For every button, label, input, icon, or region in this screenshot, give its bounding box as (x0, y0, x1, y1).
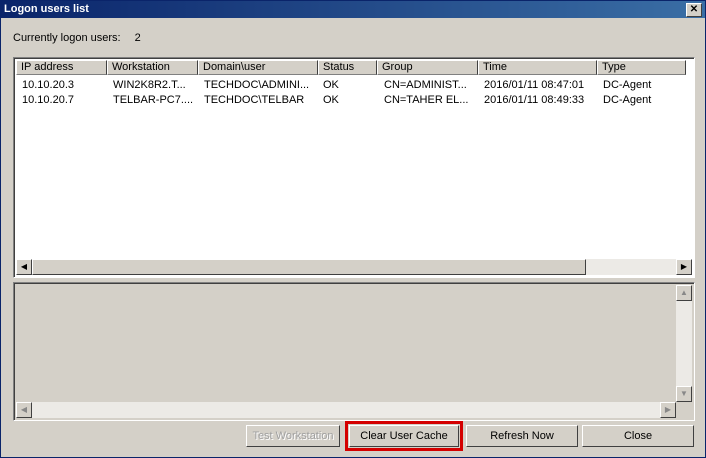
cell-workstation: TELBAR-PC7.... (113, 94, 194, 106)
cell-type: DC-Agent (603, 79, 652, 91)
cell-domain-user: TECHDOC\TELBAR (204, 94, 305, 106)
cell-status: OK (323, 79, 339, 91)
scroll-thumb[interactable] (32, 259, 586, 275)
window-title: Logon users list (4, 3, 89, 15)
scroll-right-icon[interactable]: ▶ (676, 259, 692, 275)
cell-domain-user: TECHDOC\ADMINI... (204, 79, 310, 91)
column-header-time[interactable]: Time (478, 60, 597, 75)
users-list-view[interactable]: IP address Workstation Domain\user Statu… (13, 57, 695, 278)
logon-count: Currently logon users: 2 (13, 32, 141, 44)
logon-users-dialog: Logon users list ✕ Currently logon users… (0, 0, 706, 458)
column-header-group[interactable]: Group (377, 60, 478, 75)
column-header-workstation[interactable]: Workstation (107, 60, 198, 75)
scroll-down-icon[interactable]: ▼ (676, 386, 692, 402)
column-header-ip-address[interactable]: IP address (16, 60, 107, 75)
cell-group: CN=ADMINIST... (384, 79, 467, 91)
cell-time: 2016/01/11 08:49:33 (484, 94, 585, 106)
table-row[interactable]: 10.10.20.3 WIN2K8R2.T... TECHDOC\ADMINI.… (16, 78, 692, 92)
table-row[interactable]: 10.10.20.7 TELBAR-PC7.... TECHDOC\TELBAR… (16, 93, 692, 107)
title-bar[interactable]: Logon users list ✕ (1, 1, 705, 18)
cell-group: CN=TAHER EL... (384, 94, 469, 106)
details-text-area[interactable]: ▲ ▼ ◀ ▶ (13, 282, 695, 421)
details-horizontal-scrollbar[interactable]: ◀ ▶ (16, 402, 676, 418)
cell-ip-address: 10.10.20.3 (22, 79, 74, 91)
scroll-up-icon[interactable]: ▲ (676, 285, 692, 301)
scroll-left-icon[interactable]: ◀ (16, 259, 32, 275)
cell-type: DC-Agent (603, 94, 652, 106)
column-header-domain-user[interactable]: Domain\user (198, 60, 318, 75)
scroll-right-icon[interactable]: ▶ (660, 402, 676, 418)
logon-count-label: Currently logon users: (13, 32, 121, 44)
cell-workstation: WIN2K8R2.T... (113, 79, 186, 91)
column-header-type[interactable]: Type (597, 60, 686, 75)
details-vertical-scrollbar[interactable]: ▲ ▼ (676, 285, 692, 402)
cell-status: OK (323, 94, 339, 106)
cell-time: 2016/01/11 08:47:01 (484, 79, 585, 91)
test-workstation-button[interactable]: Test Workstation (246, 425, 340, 447)
refresh-now-button[interactable]: Refresh Now (466, 425, 578, 447)
list-horizontal-scrollbar[interactable]: ◀ ▶ (16, 259, 692, 275)
close-icon[interactable]: ✕ (686, 3, 702, 17)
clear-user-cache-button[interactable]: Clear User Cache (345, 421, 463, 451)
cell-ip-address: 10.10.20.7 (22, 94, 74, 106)
column-header-status[interactable]: Status (318, 60, 377, 75)
scroll-left-icon[interactable]: ◀ (16, 402, 32, 418)
list-header: IP address Workstation Domain\user Statu… (16, 60, 694, 75)
logon-count-value: 2 (134, 32, 141, 44)
close-button[interactable]: Close (582, 425, 694, 447)
